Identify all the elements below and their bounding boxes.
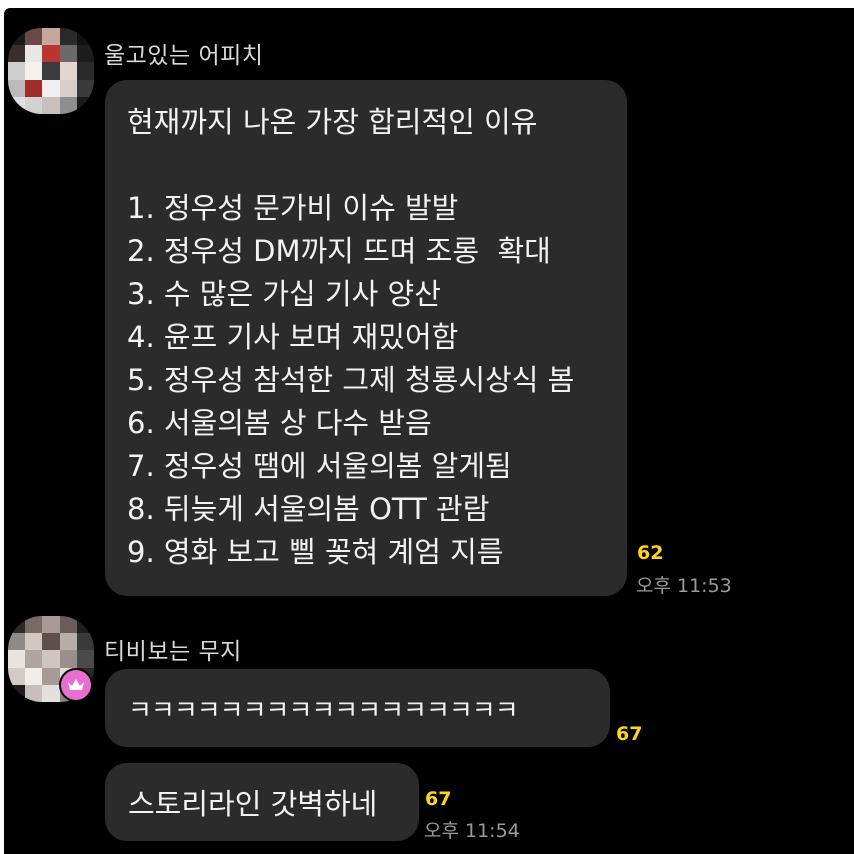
- message-line: 7. 정우성 땜에 서울의봄 알게됨: [127, 449, 512, 483]
- unread-count: 67: [425, 788, 452, 810]
- message-line: 6. 서울의봄 상 다수 받음: [127, 406, 432, 440]
- unread-count: 67: [616, 723, 643, 745]
- sender-name: 티비보는 무지: [104, 639, 242, 665]
- message-line: 현재까지 나온 가장 합리적인 이유: [127, 105, 538, 139]
- message-line: 2. 정우성 DM까지 뜨며 조롱 확대: [127, 234, 551, 268]
- chat-room[interactable]: 울고있는 어피치 현재까지 나온 가장 합리적인 이유 1. 정우성 문가비 이…: [4, 8, 854, 854]
- message-line: 8. 뒤늦게 서울의봄 OTT 관람: [127, 492, 490, 526]
- crown-badge: [59, 668, 93, 702]
- message-bubble[interactable]: ㅋㅋㅋㅋㅋㅋㅋㅋㅋㅋㅋㅋㅋㅋㅋㅋㅋ: [105, 669, 610, 747]
- crown-icon: [68, 679, 84, 690]
- message-time: 오후 11:54: [424, 820, 520, 842]
- message-text: 스토리라인 갓벽하네: [128, 787, 378, 821]
- screen: 울고있는 어피치 현재까지 나온 가장 합리적인 이유 1. 정우성 문가비 이…: [0, 0, 854, 854]
- message-text: ㅋㅋㅋㅋㅋㅋㅋㅋㅋㅋㅋㅋㅋㅋㅋㅋㅋ: [128, 695, 519, 726]
- message-line: [127, 144, 627, 187]
- message-line: 1. 정우성 문가비 이슈 발발: [127, 191, 459, 225]
- message-bubble[interactable]: 현재까지 나온 가장 합리적인 이유 1. 정우성 문가비 이슈 발발 2. 정…: [105, 80, 627, 596]
- message-line: 4. 윤프 기사 보며 재밌어함: [127, 320, 459, 354]
- message-line: 9. 영화 보고 삘 꽂혀 계엄 지름: [127, 535, 504, 569]
- message-line: 3. 수 많은 가십 기사 양산: [127, 277, 441, 311]
- message-time: 오후 11:53: [636, 575, 732, 597]
- message-bubble[interactable]: 스토리라인 갓벽하네: [105, 763, 419, 841]
- avatar[interactable]: [8, 28, 94, 114]
- message-line: 5. 정우성 참석한 그제 청룡시상식 봄: [127, 363, 575, 397]
- unread-count: 62: [637, 542, 664, 564]
- sender-name: 울고있는 어피치: [104, 43, 264, 69]
